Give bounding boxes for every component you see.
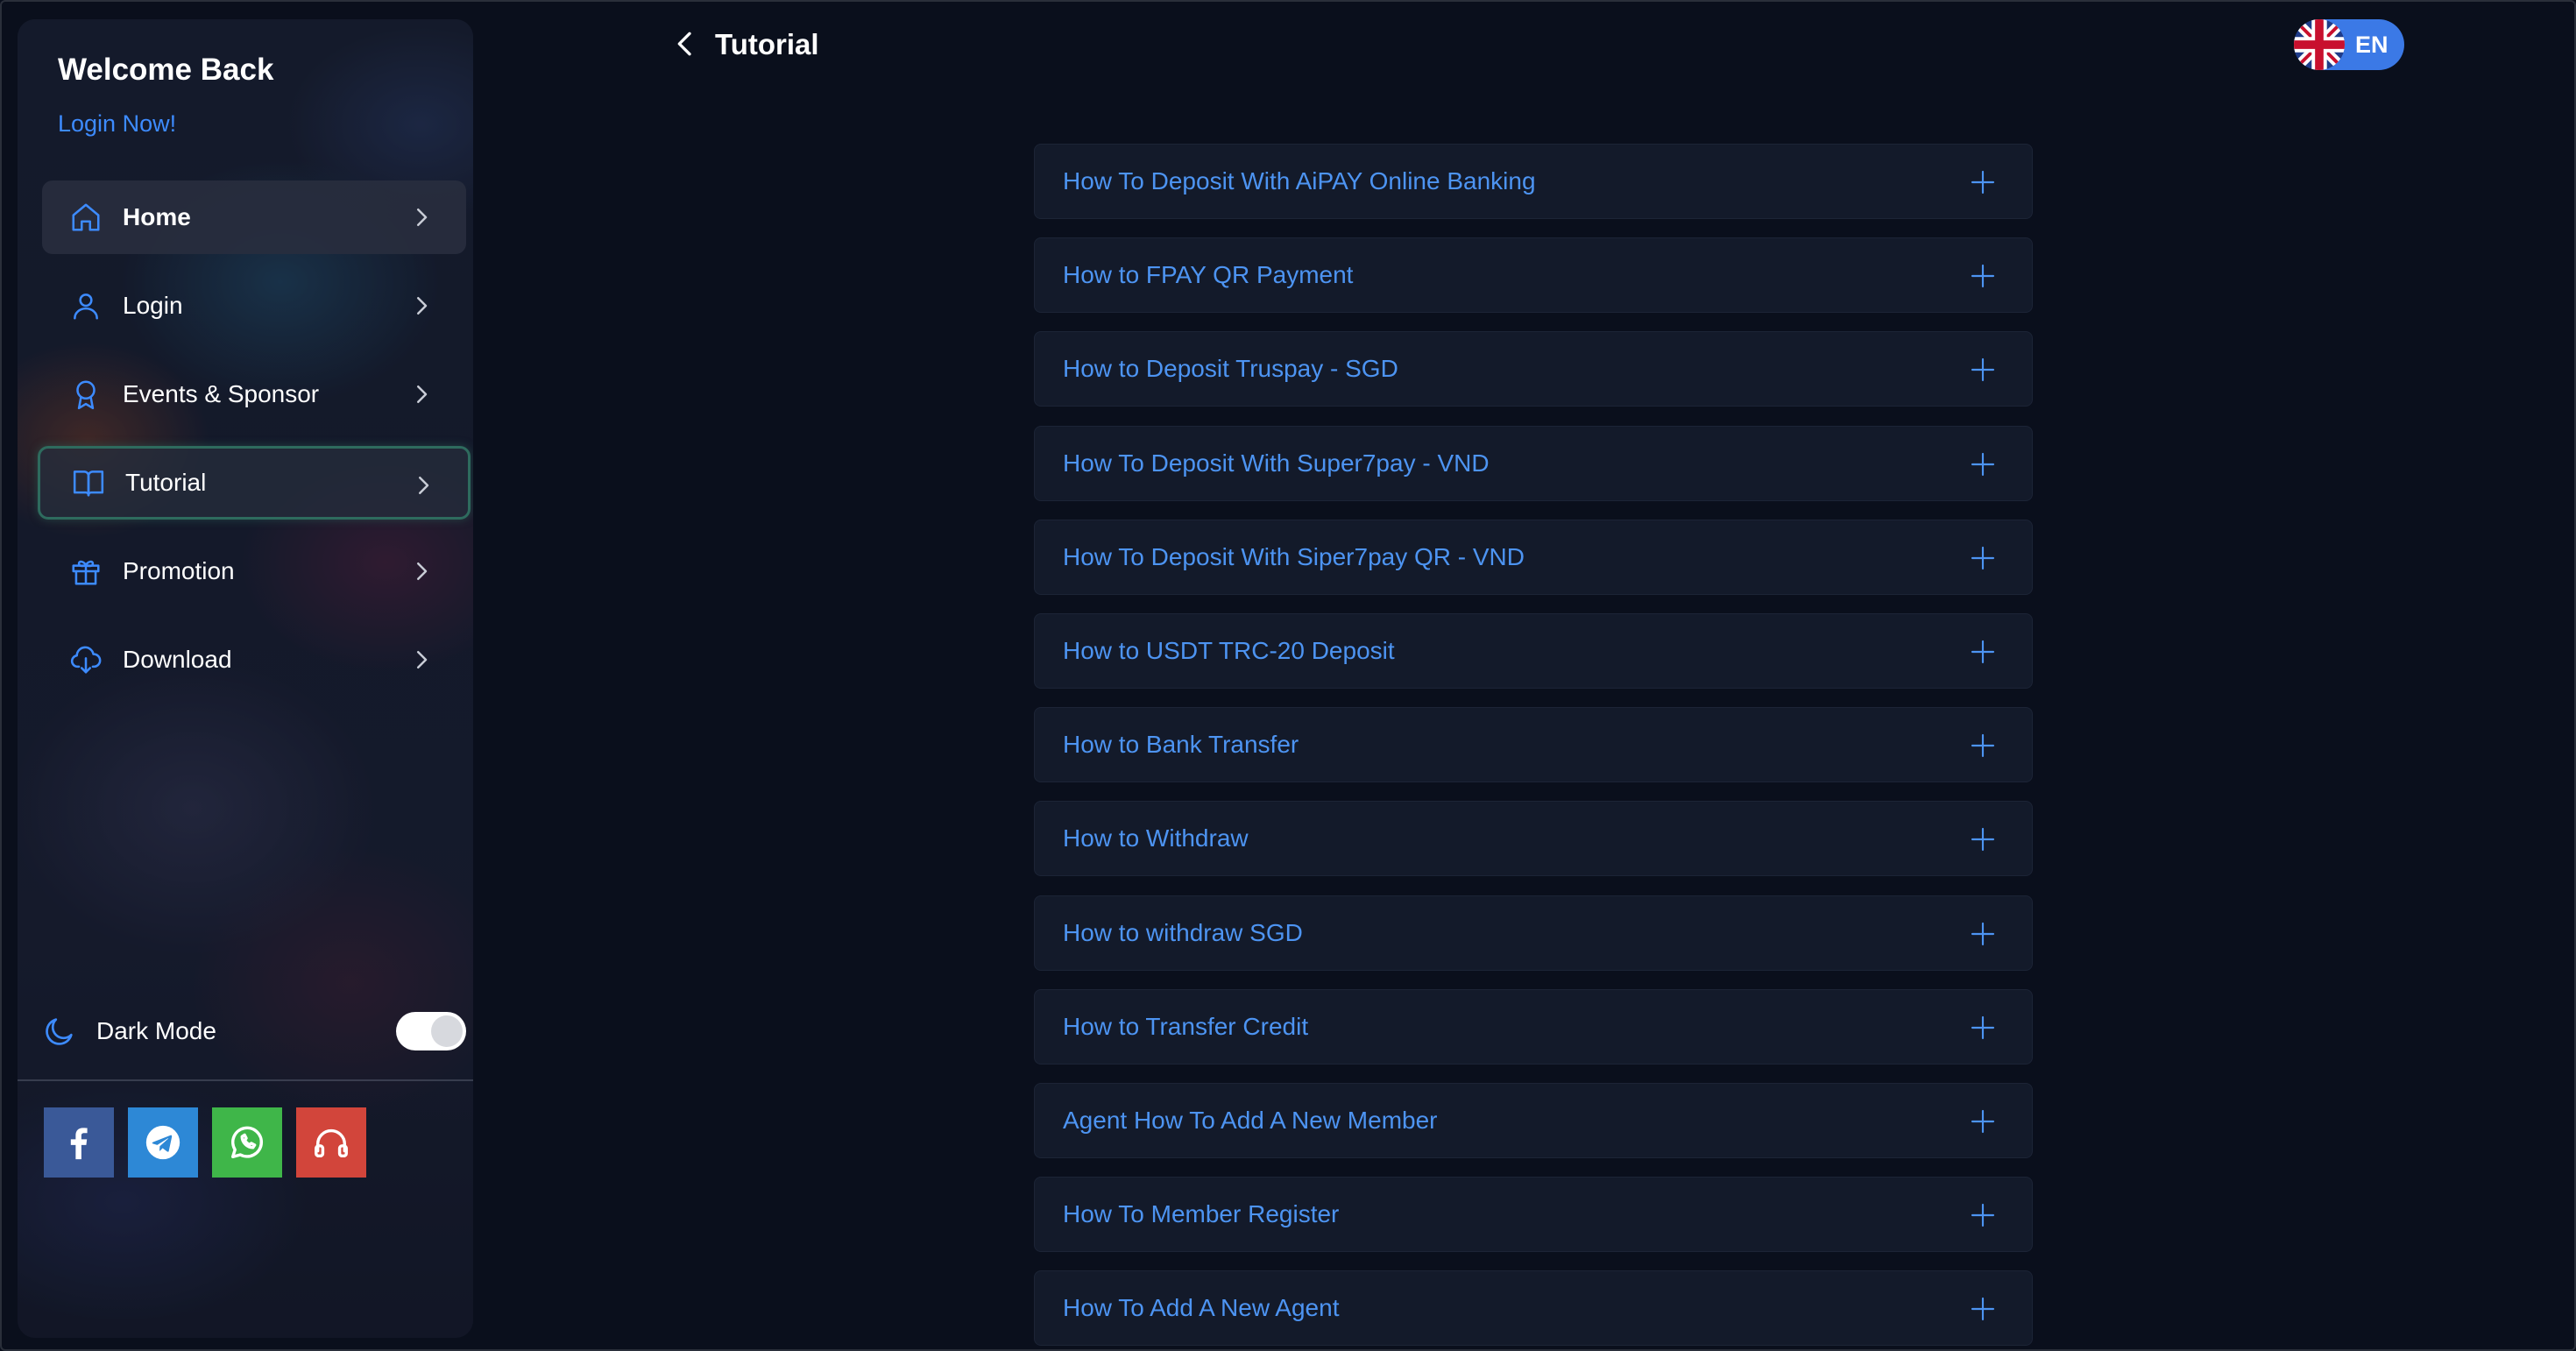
home-icon — [68, 200, 103, 235]
tutorial-item[interactable]: Agent How To Add A New Member — [1034, 1082, 2033, 1158]
tutorial-item[interactable]: How to Deposit Truspay - SGD — [1034, 331, 2033, 407]
chevron-right-icon — [417, 562, 428, 580]
tutorial-item-label: How To Member Register — [1063, 1200, 1340, 1228]
sidebar-item-home[interactable]: Home — [42, 180, 466, 254]
facebook-button[interactable] — [44, 1107, 114, 1178]
facebook-icon — [70, 1128, 88, 1160]
plus-icon[interactable] — [1969, 262, 1997, 290]
tutorial-item[interactable]: How To Deposit With Super7pay - VND — [1034, 425, 2033, 501]
chevron-right-icon — [417, 209, 428, 226]
cloud-download-icon — [68, 642, 103, 677]
tutorial-item[interactable]: How to Transfer Credit — [1034, 988, 2033, 1065]
tutorial-item-label: How to Transfer Credit — [1063, 1012, 1309, 1040]
user-icon — [68, 288, 103, 323]
dark-mode-toggle[interactable] — [396, 1012, 466, 1050]
tutorial-item[interactable]: How to FPAY QR Payment — [1034, 237, 2033, 314]
language-label: EN — [2355, 31, 2388, 58]
tutorial-item[interactable]: How To Add A New Agent — [1034, 1270, 2033, 1347]
sidebar-item-label: Promotion — [123, 557, 235, 584]
plus-icon[interactable] — [1969, 1014, 1997, 1042]
whatsapp-button[interactable] — [212, 1107, 282, 1178]
plus-icon[interactable] — [1969, 638, 1997, 666]
plus-icon[interactable] — [1969, 356, 1997, 384]
tutorial-item[interactable]: How to withdraw SGD — [1034, 895, 2033, 971]
sidebar-item-label: Events & Sponsor — [123, 380, 320, 407]
telegram-icon — [145, 1125, 180, 1160]
tutorial-item-label: How to withdraw SGD — [1063, 918, 1303, 946]
plus-icon[interactable] — [1969, 825, 1997, 853]
plus-icon[interactable] — [1969, 544, 1997, 572]
plus-icon[interactable] — [1969, 732, 1997, 760]
chevron-right-icon — [419, 477, 429, 494]
headset-icon — [315, 1128, 348, 1158]
tutorial-item-label: How To Deposit With Siper7pay QR - VND — [1063, 542, 1525, 570]
back-arrow-icon[interactable] — [668, 26, 703, 61]
chevron-right-icon — [417, 385, 428, 403]
customer-service-button[interactable] — [296, 1107, 366, 1178]
sidebar-item-promotion[interactable]: Promotion — [42, 534, 466, 608]
tutorial-item-label: How to Withdraw — [1063, 824, 1249, 852]
toggle-knob — [431, 1015, 463, 1047]
tutorial-item[interactable]: How to Withdraw — [1034, 801, 2033, 877]
sidebar-item-label: Login — [123, 292, 183, 319]
sidebar-item-label: Tutorial — [125, 469, 207, 496]
plus-icon[interactable] — [1969, 1295, 1997, 1323]
sidebar-item-download[interactable]: Download — [42, 623, 466, 697]
sidebar-item-label: Download — [123, 646, 232, 673]
login-now-link[interactable]: Login Now! — [58, 110, 176, 138]
sidebar-nav: Home Login Events & Sponsor Tutorial Pro… — [38, 180, 471, 711]
plus-icon[interactable] — [1969, 920, 1997, 948]
uk-flag-icon — [2294, 19, 2345, 70]
sidebar: Welcome Back Login Now! Home Login Event… — [18, 19, 473, 1338]
sidebar-divider — [18, 1079, 473, 1081]
moon-icon — [46, 1018, 73, 1045]
sidebar-item-login[interactable]: Login — [42, 269, 466, 343]
dark-mode-label: Dark Mode — [96, 1017, 216, 1044]
tutorial-item-label: How to Bank Transfer — [1063, 731, 1299, 759]
tutorial-item-label: How to Deposit Truspay - SGD — [1063, 355, 1398, 383]
tutorial-item-label: How to FPAY QR Payment — [1063, 261, 1354, 289]
tutorial-item[interactable]: How to USDT TRC-20 Deposit — [1034, 612, 2033, 689]
plus-icon[interactable] — [1969, 450, 1997, 478]
page-title: Tutorial — [715, 28, 819, 60]
tutorial-item[interactable]: How To Deposit With Siper7pay QR - VND — [1034, 519, 2033, 595]
tutorial-item-label: Agent How To Add A New Member — [1063, 1106, 1438, 1134]
tutorial-item-label: How To Deposit With Super7pay - VND — [1063, 449, 1490, 477]
plus-icon[interactable] — [1969, 1201, 1997, 1229]
whatsapp-icon — [230, 1126, 264, 1159]
award-icon — [68, 377, 103, 412]
sidebar-item-events-sponsor[interactable]: Events & Sponsor — [42, 357, 466, 431]
language-selector[interactable]: EN — [2294, 19, 2404, 70]
tutorial-item[interactable]: How To Deposit With AiPAY Online Banking — [1034, 144, 2033, 219]
chevron-right-icon — [417, 297, 428, 315]
telegram-button[interactable] — [128, 1107, 198, 1178]
tutorial-item[interactable]: How To Member Register — [1034, 1177, 2033, 1253]
social-links — [44, 1107, 366, 1178]
tutorial-item[interactable]: How to Bank Transfer — [1034, 707, 2033, 783]
chevron-right-icon — [417, 651, 428, 668]
dark-mode-row: Dark Mode — [42, 1001, 466, 1062]
tutorial-list: How To Deposit With AiPAY Online Banking… — [1034, 144, 2033, 1351]
tutorial-item-label: How To Deposit With AiPAY Online Banking — [1063, 167, 1536, 195]
welcome-title: Welcome Back — [58, 53, 274, 87]
sidebar-item-label: Home — [123, 203, 191, 230]
tutorial-item-label: How To Add A New Agent — [1063, 1294, 1340, 1322]
plus-icon[interactable] — [1969, 1107, 1997, 1135]
book-icon — [71, 465, 106, 500]
plus-icon[interactable] — [1969, 168, 1997, 196]
gift-icon — [68, 554, 103, 589]
sidebar-item-tutorial[interactable]: Tutorial — [38, 446, 471, 520]
tutorial-item-label: How to USDT TRC-20 Deposit — [1063, 636, 1395, 664]
